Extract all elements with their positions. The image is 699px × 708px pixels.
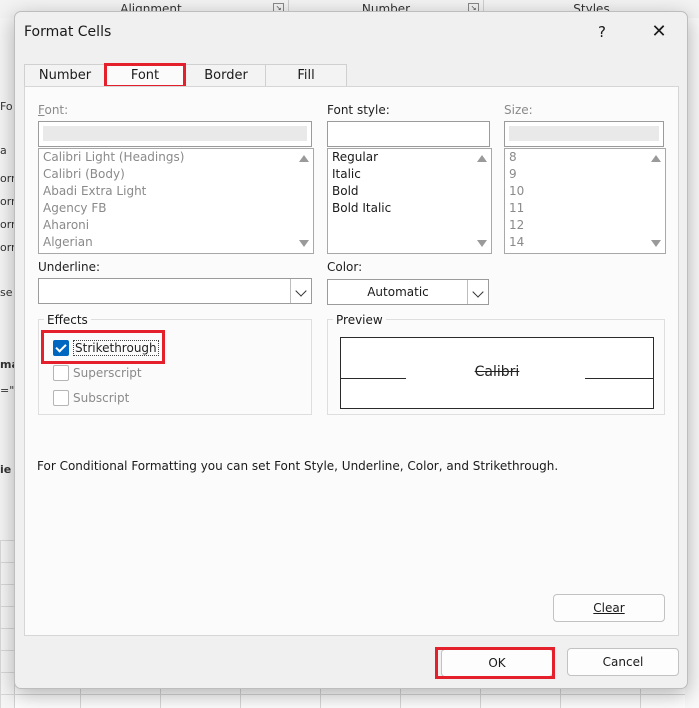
close-button[interactable]: ✕: [645, 19, 673, 45]
preview-sample-text: Calibri: [474, 364, 520, 380]
bg-text-fragment: orm: [0, 172, 14, 185]
format-cells-dialog: Format Cells ? ✕ Number Font Border Fill…: [14, 11, 688, 689]
font-style-label: Font style:: [327, 103, 390, 117]
size-list-item[interactable]: 10: [505, 183, 665, 200]
font-list[interactable]: Calibri Light (Headings) Calibri (Body) …: [38, 148, 314, 254]
ok-button-highlight: [435, 647, 555, 679]
scroll-up-icon[interactable]: [477, 155, 487, 162]
font-style-list[interactable]: Regular Italic Bold Bold Italic: [327, 148, 492, 254]
bg-text-fragment: Fo: [0, 100, 13, 113]
size-list-item[interactable]: 14: [505, 234, 665, 251]
superscript-label[interactable]: Superscript: [73, 366, 142, 380]
size-list-item[interactable]: 9: [505, 166, 665, 183]
size-list-item[interactable]: 8: [505, 149, 665, 166]
dialog-titlebar[interactable]: Format Cells ? ✕: [15, 12, 687, 52]
font-style-item[interactable]: Bold Italic: [328, 200, 491, 217]
font-list-item[interactable]: Agency FB: [39, 200, 313, 217]
preview-title: Preview: [333, 313, 386, 327]
strikethrough-highlight: [41, 330, 165, 364]
bg-text-fragment: a: [0, 144, 7, 157]
scroll-up-icon[interactable]: [651, 155, 661, 162]
chevron-down-icon[interactable]: [290, 279, 311, 303]
size-list[interactable]: 8 9 10 11 12 14: [504, 148, 666, 254]
scroll-up-icon[interactable]: [299, 155, 309, 162]
color-select[interactable]: Automatic: [327, 279, 489, 305]
scroll-down-icon[interactable]: [651, 240, 661, 247]
font-label: Font:: [38, 103, 69, 117]
color-select-value: Automatic: [367, 285, 429, 299]
font-style-input[interactable]: [327, 121, 490, 147]
subscript-label[interactable]: Subscript: [73, 391, 129, 405]
cancel-button[interactable]: Cancel: [567, 648, 679, 676]
font-list-scrollbar[interactable]: [295, 149, 313, 253]
font-list-item[interactable]: Aharoni: [39, 217, 313, 234]
font-list-item[interactable]: Abadi Extra Light: [39, 183, 313, 200]
clear-button[interactable]: Clear: [553, 594, 665, 622]
size-list-scrollbar[interactable]: [647, 149, 665, 253]
tab-fill[interactable]: Fill: [265, 64, 347, 87]
bg-text-fragment: ie: [0, 463, 12, 476]
scroll-down-icon[interactable]: [477, 240, 487, 247]
font-list-item[interactable]: Calibri Light (Headings): [39, 149, 313, 166]
bg-text-fragment: =": [0, 384, 14, 397]
preview-box: Calibri: [340, 337, 654, 409]
tab-number[interactable]: Number: [24, 64, 106, 87]
font-style-item[interactable]: Regular: [328, 149, 491, 166]
color-label: Color:: [327, 260, 363, 274]
bg-text-fragment: orm: [0, 218, 14, 231]
scroll-down-icon[interactable]: [299, 240, 309, 247]
font-list-item[interactable]: Algerian: [39, 234, 313, 251]
underline-select[interactable]: [38, 278, 312, 304]
font-style-item[interactable]: Italic: [328, 166, 491, 183]
superscript-checkbox[interactable]: [53, 365, 69, 381]
underline-select-value: [39, 279, 291, 303]
tab-font-highlight: [104, 63, 186, 88]
size-list-item[interactable]: 12: [505, 217, 665, 234]
chevron-down-icon[interactable]: [467, 280, 488, 304]
effects-title: Effects: [44, 313, 91, 327]
bg-text-fragment: orm: [0, 195, 14, 208]
bg-text-fragment: se: [0, 286, 13, 299]
dialog-title: Format Cells: [24, 24, 112, 40]
size-label: Size:: [504, 103, 533, 117]
font-input[interactable]: [38, 121, 312, 147]
underline-label: Underline:: [38, 260, 101, 274]
bg-text-fragment: orm: [0, 241, 14, 254]
font-list-item[interactable]: Calibri (Body): [39, 166, 313, 183]
tab-border[interactable]: Border: [185, 64, 267, 87]
font-style-item[interactable]: Bold: [328, 183, 491, 200]
subscript-checkbox[interactable]: [53, 390, 69, 406]
size-input[interactable]: [504, 121, 664, 147]
size-list-item[interactable]: 11: [505, 200, 665, 217]
help-button[interactable]: ?: [588, 19, 616, 45]
bg-text-fragment: ma: [0, 358, 14, 371]
font-style-scrollbar[interactable]: [473, 149, 491, 253]
conditional-formatting-note: For Conditional Formatting you can set F…: [37, 459, 559, 473]
